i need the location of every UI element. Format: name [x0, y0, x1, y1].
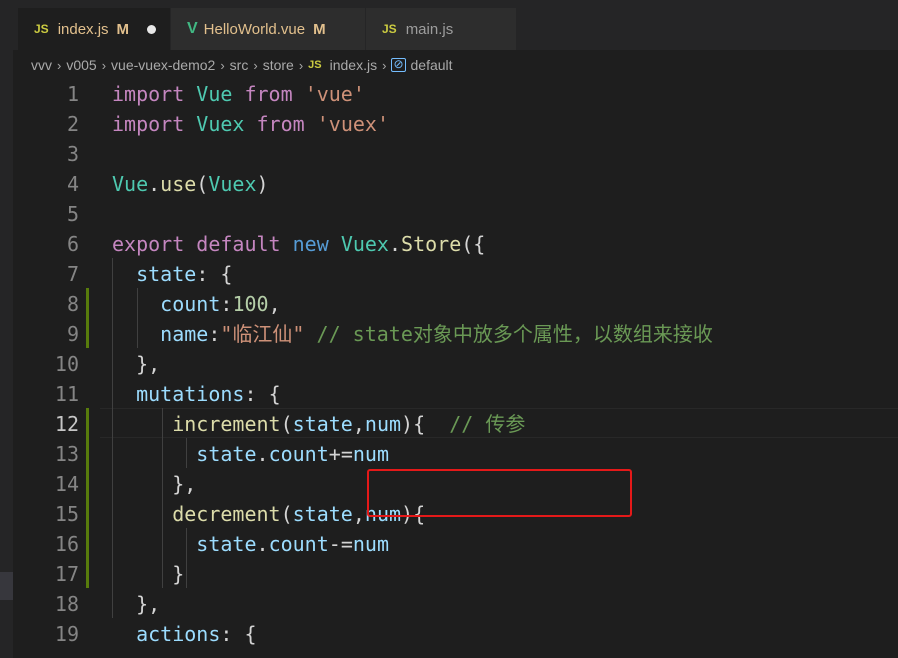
code-text: export default new Vuex.Store({ — [112, 232, 486, 256]
breadcrumb-file[interactable]: index.js — [330, 57, 377, 73]
code-text: name:"临江仙" // state对象中放多个属性，以数组来接收 — [160, 322, 713, 346]
tab-label: HelloWorld.vue — [203, 20, 306, 38]
unsaved-dot-icon[interactable] — [147, 25, 156, 34]
code-line[interactable]: 9 name:"临江仙" // state对象中放多个属性，以数组来接收 — [13, 319, 898, 349]
code-text: }, — [136, 352, 161, 376]
line-number: 6 — [66, 232, 79, 256]
line-number: 18 — [54, 592, 79, 616]
breadcrumb-item[interactable]: v005 — [66, 57, 96, 73]
line-number: 3 — [66, 142, 79, 166]
chevron-right-icon: › — [101, 57, 107, 73]
tab-label: main.js — [405, 20, 454, 38]
line-number: 17 — [54, 562, 79, 586]
code-text: state: { — [136, 262, 233, 286]
editor-tab-bar: JS index.js M V HelloWorld.vue M JS main… — [13, 0, 898, 50]
javascript-file-icon: JS — [382, 22, 397, 36]
line-number: 7 — [66, 262, 79, 286]
variable-symbol-icon: ⊘ — [391, 57, 406, 72]
vue-file-icon: V — [187, 20, 198, 37]
chevron-right-icon: › — [382, 57, 387, 73]
code-text: count:100, — [160, 292, 281, 316]
line-number: 19 — [54, 622, 79, 646]
code-text: }, — [136, 592, 161, 616]
code-line[interactable]: 13 state.count+=num — [13, 439, 898, 469]
line-number: 1 — [66, 82, 79, 106]
code-line[interactable]: 2 import Vuex from 'vuex' — [13, 109, 898, 139]
code-text: actions: { — [136, 622, 257, 646]
code-text: }, — [172, 472, 197, 496]
breadcrumb-item[interactable]: src — [230, 57, 249, 73]
line-number: 15 — [54, 502, 79, 526]
line-number: 8 — [66, 292, 79, 316]
code-line[interactable]: 19 actions: { — [13, 619, 898, 649]
code-line[interactable]: 4 Vue.use(Vuex) — [13, 169, 898, 199]
code-line[interactable]: 6 export default new Vuex.Store({ — [13, 229, 898, 259]
breadcrumb-symbol[interactable]: default — [411, 57, 453, 73]
code-text: increment(state,num){ // 传参 — [172, 412, 526, 436]
code-line[interactable]: 3 — [13, 139, 898, 169]
line-number: 14 — [54, 472, 79, 496]
breadcrumb-item[interactable]: vvv — [31, 57, 52, 73]
line-number: 4 — [66, 172, 79, 196]
code-line[interactable]: 8 count:100, — [13, 289, 898, 319]
line-number: 12 — [54, 412, 79, 436]
line-number: 11 — [54, 382, 79, 406]
breadcrumb: vvv › v005 › vue-vuex-demo2 › src › stor… — [13, 53, 898, 77]
code-line[interactable]: 11 mutations: { — [13, 379, 898, 409]
line-number: 16 — [54, 532, 79, 556]
code-text: import Vuex from 'vuex' — [112, 112, 389, 136]
code-line[interactable]: 5 — [13, 199, 898, 229]
tab-label: index.js — [57, 20, 109, 38]
code-line[interactable]: 12 increment(state,num){ // 传参 — [13, 409, 898, 439]
activity-bar-selected-marker — [0, 572, 13, 600]
chevron-right-icon: › — [253, 57, 258, 73]
breadcrumb-item[interactable]: vue-vuex-demo2 — [111, 57, 215, 73]
tab-helloworld-vue[interactable]: V HelloWorld.vue M — [171, 8, 365, 50]
modified-indicator: M — [116, 20, 130, 38]
line-number: 10 — [54, 352, 79, 376]
javascript-file-icon: JS — [308, 59, 322, 71]
code-text: state.count-=num — [196, 532, 389, 556]
modified-indicator: M — [313, 20, 326, 38]
line-number: 13 — [54, 442, 79, 466]
code-text: } — [172, 562, 185, 586]
code-line[interactable]: 18 }, — [13, 589, 898, 619]
code-text: Vue.use(Vuex) — [112, 172, 269, 196]
tab-index-js[interactable]: JS index.js M — [18, 8, 170, 50]
tab-main-js[interactable]: JS main.js — [366, 8, 516, 50]
code-text: mutations: { — [136, 382, 281, 406]
code-line[interactable]: 7 state: { — [13, 259, 898, 289]
annotation-highlight-box — [367, 469, 632, 517]
code-line[interactable]: 16 state.count-=num — [13, 529, 898, 559]
activity-bar-edge — [0, 0, 13, 658]
chevron-right-icon: › — [220, 57, 225, 73]
code-text: import Vue from 'vue' — [112, 82, 365, 106]
line-number: 5 — [66, 202, 79, 226]
javascript-file-icon: JS — [34, 22, 49, 36]
code-editor[interactable]: 1 import Vue from 'vue' 2 import Vuex from … — [13, 79, 898, 658]
line-number: 9 — [66, 322, 79, 346]
code-line[interactable]: 17 } — [13, 559, 898, 589]
code-text: state.count+=num — [196, 442, 389, 466]
line-number: 2 — [66, 112, 79, 136]
breadcrumb-item[interactable]: store — [263, 57, 294, 73]
code-line[interactable]: 1 import Vue from 'vue' — [13, 79, 898, 109]
chevron-right-icon: › — [57, 57, 62, 73]
code-line[interactable]: 10 }, — [13, 349, 898, 379]
chevron-right-icon: › — [298, 57, 304, 73]
